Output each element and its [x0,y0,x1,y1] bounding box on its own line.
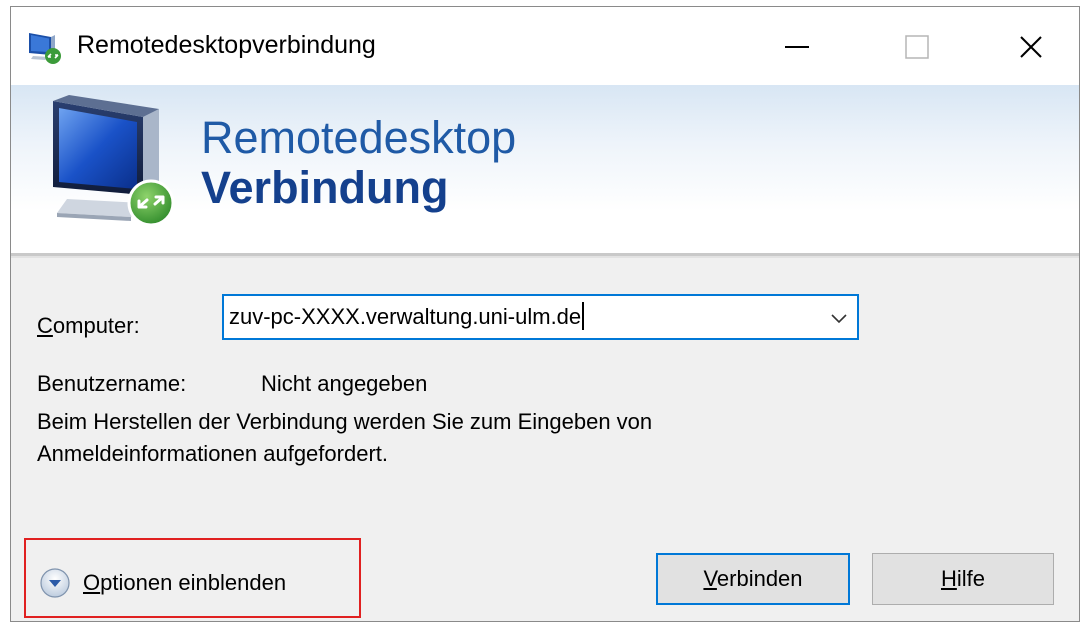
minimize-button[interactable] [767,19,827,75]
monitor-connection-icon [47,95,187,227]
maximize-button[interactable] [887,19,947,75]
rdp-app-icon [27,29,63,65]
help-button-label: Hilfe [940,566,985,591]
computer-label: Computer: [37,313,140,338]
banner-divider-shadow [11,256,1079,258]
close-icon [1020,36,1042,58]
maximize-icon [905,35,929,59]
banner-title-line1: Remotedesktop [201,112,517,163]
text-caret [582,302,585,331]
info-text-line2: Anmeldeinformationen aufgefordert. [37,441,388,466]
computer-input[interactable]: zuv-pc-XXXX.verwaltung.uni-ulm.de [229,304,581,329]
banner-title-line2: Verbindung [201,162,449,213]
rdp-window: Remotedesktopverbindung Remotedesktop Ve… [10,6,1080,622]
help-button[interactable]: Hilfe [872,553,1054,605]
show-options-label: Optionen einblenden [83,570,287,595]
expand-options-icon [39,567,71,599]
show-options-button[interactable]: Optionen einblenden [39,563,286,603]
minimize-icon [785,46,809,48]
username-value: Nicht angegeben [261,371,428,396]
chevron-down-icon[interactable] [829,308,849,328]
connect-button[interactable]: Verbinden [656,553,850,605]
username-label: Benutzername: [37,371,187,396]
connect-button-label: Verbinden [703,566,803,591]
title-bar: Remotedesktopverbindung [11,7,1079,85]
close-button[interactable] [1001,19,1061,75]
computer-combobox[interactable]: zuv-pc-XXXX.verwaltung.uni-ulm.de [222,294,859,340]
info-text-line1: Beim Herstellen der Verbindung werden Si… [37,409,653,434]
header-banner: Remotedesktop Verbindung [11,85,1079,253]
window-title: Remotedesktopverbindung [77,31,376,59]
